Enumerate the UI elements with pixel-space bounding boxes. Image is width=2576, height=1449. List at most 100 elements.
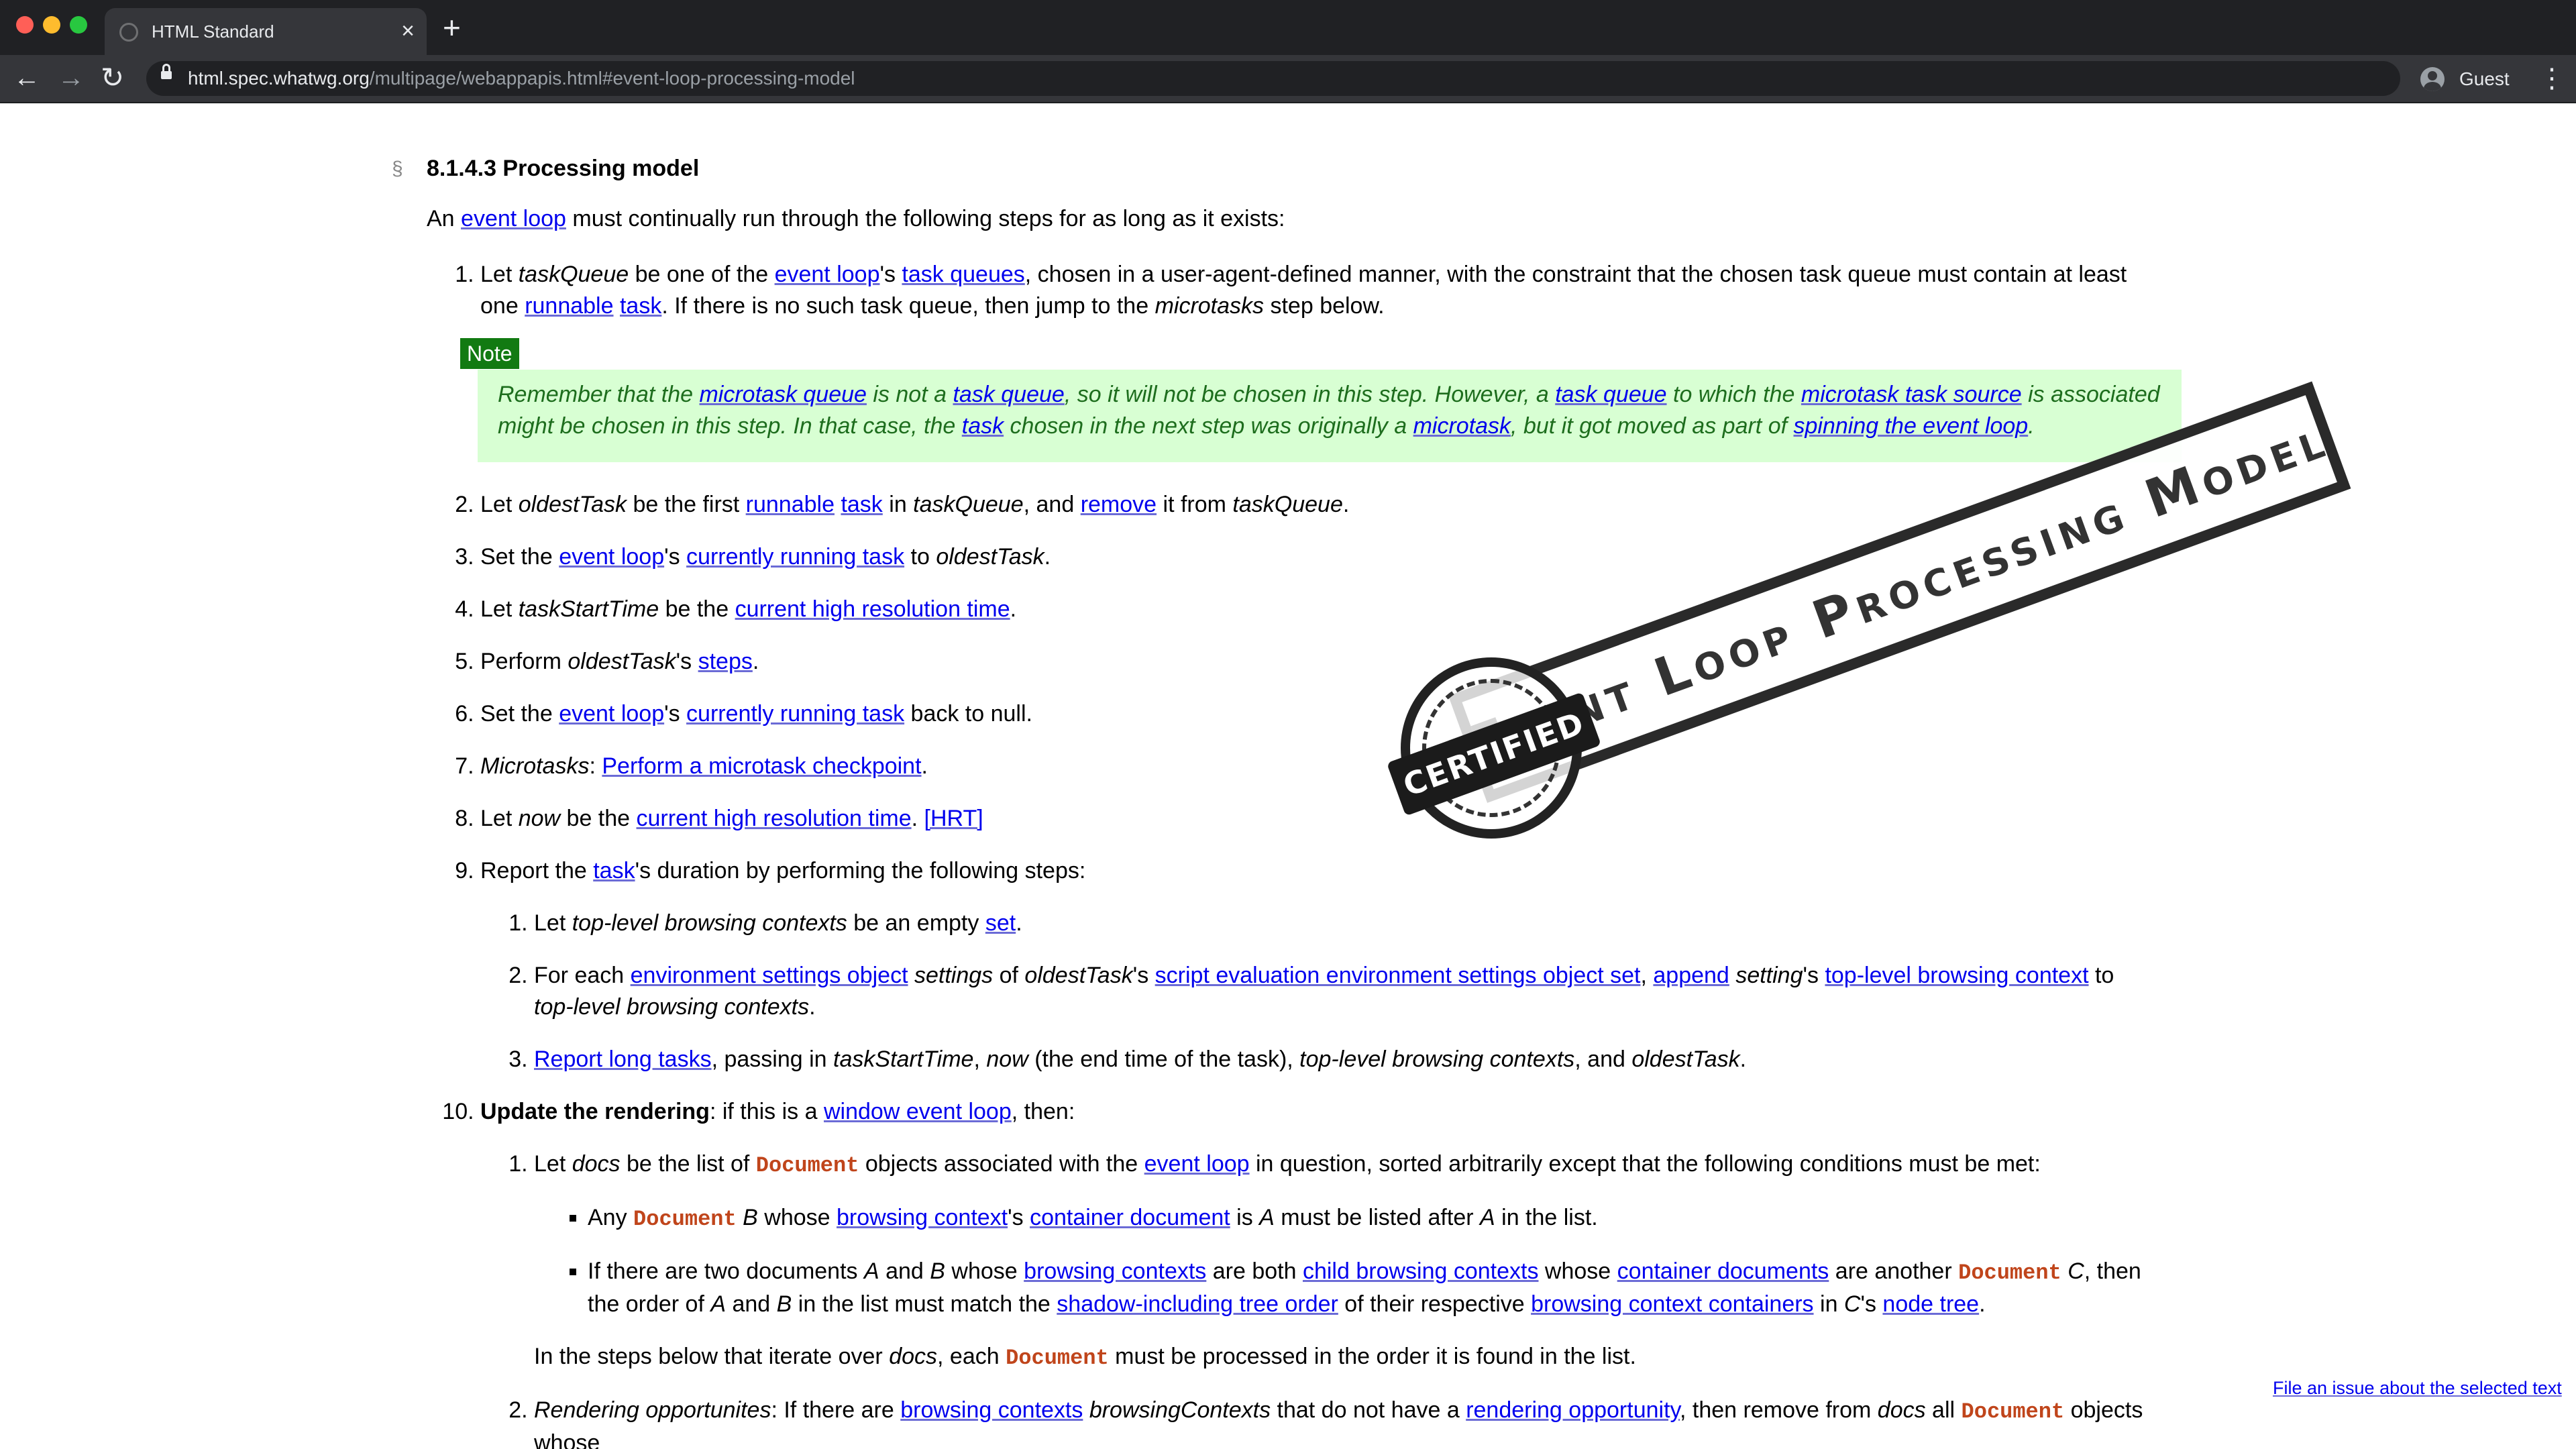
link-microtask-task-source[interactable]: microtask task source (1801, 382, 2022, 407)
text: be one of the (629, 262, 775, 287)
reload-icon[interactable]: ↻ (101, 60, 124, 95)
link-task[interactable]: task (620, 293, 661, 319)
link-task[interactable]: task (962, 413, 1004, 439)
text: in (1813, 1291, 1844, 1317)
link-script-evaluation-settings-set[interactable]: script evaluation environment settings o… (1155, 963, 1641, 988)
link-node-tree[interactable]: node tree (1882, 1291, 1979, 1317)
var: now (986, 1046, 1028, 1072)
var: taskStartTime (518, 596, 659, 622)
browser-tab-active[interactable]: HTML Standard × (105, 8, 427, 55)
text: . If there is no such task queue, then j… (661, 293, 1155, 319)
text: . (809, 994, 816, 1020)
section-link-icon[interactable]: § (392, 153, 403, 184)
link-task[interactable]: task (841, 492, 882, 517)
text: to (2088, 963, 2114, 988)
link-task[interactable]: task (593, 858, 635, 883)
text: , (1640, 963, 1654, 988)
text: Let (534, 910, 572, 936)
address-bar[interactable]: html.spec.whatwg.org/multipage/webappapi… (146, 61, 2400, 96)
link-currently-running-task[interactable]: currently running task (686, 544, 904, 570)
link-child-browsing-contexts[interactable]: child browsing contexts (1303, 1258, 1539, 1284)
text: whose (945, 1258, 1024, 1284)
text: In the steps below that iterate over (534, 1344, 890, 1369)
text: Let (480, 262, 519, 287)
code-document[interactable]: Document (1958, 1260, 2061, 1285)
link-rendering-opportunity[interactable]: rendering opportunity (1466, 1397, 1680, 1423)
window-maximize-button[interactable] (70, 16, 87, 34)
text: Let (534, 1151, 572, 1177)
link-browsing-context-containers[interactable]: browsing context containers (1531, 1291, 1813, 1317)
text: step below. (1264, 293, 1385, 319)
text: Let (480, 806, 519, 831)
var: setting (1735, 963, 1803, 988)
forward-arrow-icon[interactable]: → (58, 60, 85, 95)
file-issue-link[interactable]: File an issue about the selected text (2273, 1378, 2562, 1399)
text: . (1739, 1046, 1747, 1072)
text: 's (676, 649, 698, 674)
link-runnable[interactable]: runnable (525, 293, 613, 319)
link-current-high-resolution-time[interactable]: current high resolution time (735, 596, 1010, 622)
new-tab-button[interactable]: + (443, 11, 461, 44)
step-10-substeps: Let docs be the list of Document objects… (480, 1148, 2144, 1449)
link-microtask[interactable]: microtask (1413, 413, 1511, 439)
code-document[interactable]: Document (1962, 1399, 2065, 1424)
link-hrt-reference[interactable]: [HRT] (924, 806, 983, 831)
profile-label[interactable]: Guest (2459, 68, 2510, 90)
address-url[interactable]: html.spec.whatwg.org/multipage/webappapi… (188, 68, 855, 89)
link-event-loop[interactable]: event loop (559, 701, 664, 727)
text: must be listed after (1274, 1205, 1480, 1230)
browser-menu-icon[interactable]: ⋮ (2538, 62, 2565, 95)
link-shadow-including-tree-order[interactable]: shadow-including tree order (1057, 1291, 1338, 1317)
link-window-event-loop[interactable]: window event loop (824, 1099, 1012, 1124)
link-environment-settings-object[interactable]: environment settings object (631, 963, 908, 988)
tab-close-icon[interactable]: × (401, 17, 415, 44)
link-top-level-browsing-context[interactable]: top-level browsing context (1825, 963, 2088, 988)
var: oldestTask (568, 649, 676, 674)
link-report-long-tasks[interactable]: Report long tasks (534, 1046, 712, 1072)
link-event-loop[interactable]: event loop (559, 544, 664, 570)
text: . (2028, 413, 2035, 439)
link-task-queue[interactable]: task queue (1555, 382, 1666, 407)
step-8: Let now be the current high resolution t… (480, 803, 2144, 835)
profile-avatar-icon[interactable] (2420, 67, 2445, 91)
link-event-loop[interactable]: event loop (461, 206, 566, 231)
link-remove[interactable]: remove (1081, 492, 1157, 517)
code-document[interactable]: Document (633, 1207, 737, 1232)
link-event-loop[interactable]: event loop (1144, 1151, 1250, 1177)
window-close-button[interactable] (16, 16, 34, 34)
link-set[interactable]: set (985, 910, 1016, 936)
lock-icon[interactable] (161, 64, 172, 79)
link-microtask-queue[interactable]: microtask queue (699, 382, 866, 407)
link-runnable[interactable]: runnable (746, 492, 835, 517)
tab-title: HTML Standard (152, 21, 274, 42)
section-heading: 8.1.4.3 Processing model (427, 156, 700, 181)
text: An (427, 206, 462, 231)
text: whose (757, 1205, 837, 1230)
text: (the end time of the task), (1028, 1046, 1300, 1072)
code-document[interactable]: Document (756, 1153, 859, 1178)
link-browsing-contexts[interactable]: browsing contexts (900, 1397, 1083, 1423)
text: of their respective (1338, 1291, 1532, 1317)
step-10-2: Rendering opportunites: If there are bro… (534, 1395, 2144, 1449)
link-perform-microtask-checkpoint[interactable]: Perform a microtask checkpoint (602, 753, 921, 779)
processing-steps: Let taskQueue be one of the event loop's… (427, 259, 2182, 1449)
text: Set the (480, 701, 559, 727)
window-minimize-button[interactable] (43, 16, 60, 34)
text: it from (1157, 492, 1233, 517)
link-task-queue[interactable]: task queue (953, 382, 1064, 407)
link-steps[interactable]: steps (698, 649, 753, 674)
link-browsing-contexts[interactable]: browsing contexts (1024, 1258, 1206, 1284)
text: all (1925, 1397, 1962, 1423)
link-container-documents[interactable]: container documents (1617, 1258, 1829, 1284)
code-document[interactable]: Document (1006, 1346, 1109, 1371)
link-task-queues[interactable]: task queues (902, 262, 1024, 287)
link-spinning-the-event-loop[interactable]: spinning the event loop (1794, 413, 2029, 439)
link-event-loop[interactable]: event loop (775, 262, 880, 287)
link-browsing-context[interactable]: browsing context (837, 1205, 1008, 1230)
link-currently-running-task[interactable]: currently running task (686, 701, 904, 727)
var: Microtasks (480, 753, 590, 779)
link-append[interactable]: append (1653, 963, 1729, 988)
link-container-document[interactable]: container document (1030, 1205, 1230, 1230)
back-arrow-icon[interactable]: ← (13, 60, 40, 95)
link-current-high-resolution-time[interactable]: current high resolution time (637, 806, 912, 831)
